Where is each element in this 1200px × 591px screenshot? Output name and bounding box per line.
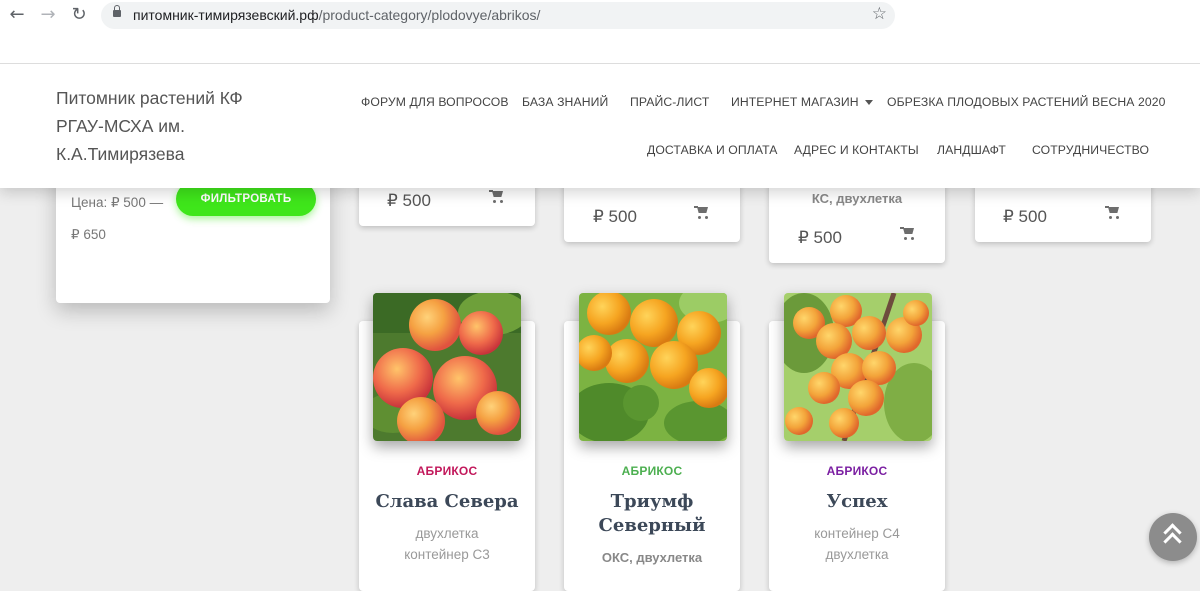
- brand-line: РГАУ-МСХА им.: [56, 116, 185, 136]
- product-price: ₽ 500: [1003, 207, 1047, 226]
- lock-icon[interactable]: [113, 5, 121, 17]
- url-text[interactable]: питомник-тимирязевский.рф/product-catego…: [133, 7, 540, 23]
- site-brand[interactable]: Питомник растений КФ РГАУ-МСХА им. К.А.Т…: [56, 84, 286, 168]
- brand-line: К.А.Тимирязева: [56, 144, 185, 164]
- scroll-to-top-button[interactable]: [1149, 513, 1197, 561]
- caret-down-icon: [864, 100, 873, 106]
- product-desc: контейнер С3: [404, 547, 490, 562]
- product-price: ₽ 500: [798, 228, 842, 247]
- product-desc: ОКС, двухлетка: [601, 550, 703, 565]
- product-desc: двухлетка: [825, 547, 889, 562]
- price-range-label: Цена: ₽ 500 — ₽ 650: [71, 195, 164, 242]
- nav-forum[interactable]: ФОРУМ ДЛЯ ВОПРОСОВ: [361, 95, 509, 109]
- product-subtitle: КС, двухлетка: [811, 191, 903, 206]
- nav-landscape[interactable]: ЛАНДШАФТ: [937, 143, 1006, 157]
- product-category[interactable]: АБРИКОС: [359, 464, 535, 478]
- nav-delivery[interactable]: ДОСТАВКА И ОПЛАТА: [647, 143, 777, 157]
- product-price: ₽ 500: [387, 191, 431, 210]
- product-category[interactable]: АБРИКОС: [769, 464, 945, 478]
- nav-contacts[interactable]: АДРЕС И КОНТАКТЫ: [794, 143, 919, 157]
- product-image-apricot[interactable]: [579, 293, 727, 441]
- address-bar[interactable]: питомник-тимирязевский.рф/product-catego…: [101, 2, 895, 29]
- product-title[interactable]: Триумф Северный: [574, 490, 730, 538]
- product-category[interactable]: АБРИКОС: [564, 464, 740, 478]
- add-to-cart-icon[interactable]: [489, 190, 505, 204]
- product-title[interactable]: Слава Севера: [359, 490, 535, 514]
- nav-pruning-2020[interactable]: ОБРЕЗКА ПЛОДОВЫХ РАСТЕНИЙ ВЕСНА 2020: [887, 95, 1166, 109]
- url-host: питомник-тимирязевский.рф: [133, 7, 319, 23]
- product-desc: контейнер С4: [814, 526, 900, 541]
- brand-line: Питомник растений КФ: [56, 88, 243, 108]
- nav-online-shop-label: ИНТЕРНЕТ МАГАЗИН: [731, 95, 859, 109]
- forward-icon[interactable]: →: [37, 4, 59, 26]
- product-title[interactable]: Успех: [769, 490, 945, 514]
- nav-knowledge-base[interactable]: БАЗА ЗНАНИЙ: [522, 95, 608, 109]
- product-image-apricot[interactable]: [784, 293, 932, 441]
- nav-online-shop[interactable]: ИНТЕРНЕТ МАГАЗИН: [731, 95, 873, 109]
- url-path: /product-category/plodovye/abrikos/: [318, 7, 541, 23]
- site-header: Питомник растений КФ РГАУ-МСХА им. К.А.Т…: [0, 64, 1200, 188]
- browser-toolbar: ← → ↻ питомник-тимирязевский.рф/product-…: [0, 0, 1200, 64]
- product-desc: двухлетка: [415, 526, 479, 541]
- product-image-apricot[interactable]: [373, 293, 521, 441]
- bookmark-star-icon[interactable]: ☆: [872, 4, 887, 24]
- add-to-cart-icon[interactable]: [900, 227, 916, 241]
- add-to-cart-icon[interactable]: [694, 206, 710, 220]
- product-price: ₽ 500: [593, 207, 637, 226]
- nav-cooperation[interactable]: СОТРУДНИЧЕСТВО: [1032, 143, 1149, 157]
- add-to-cart-icon[interactable]: [1105, 206, 1121, 220]
- nav-price-list[interactable]: ПРАЙС-ЛИСТ: [630, 95, 709, 109]
- reload-icon[interactable]: ↻: [68, 4, 90, 26]
- back-icon[interactable]: ←: [6, 4, 28, 26]
